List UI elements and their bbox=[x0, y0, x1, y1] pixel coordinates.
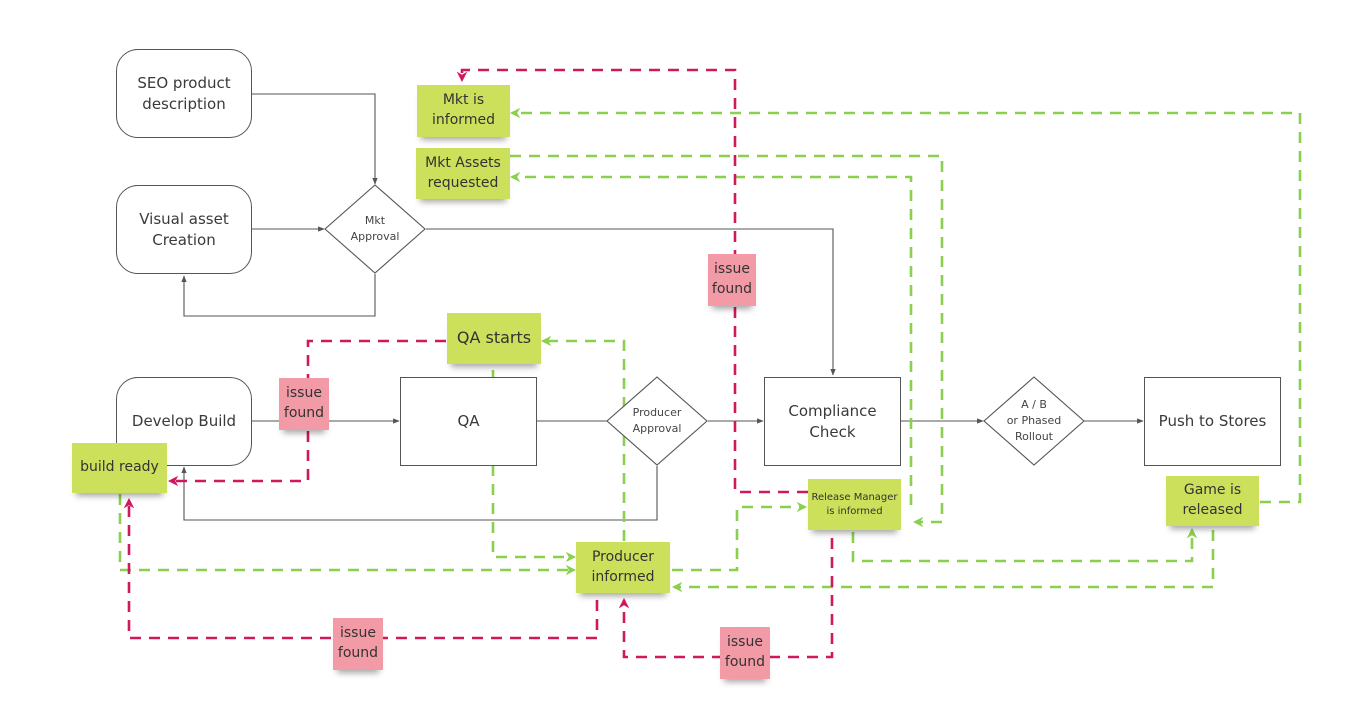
process-push-to-stores[interactable]: Push to Stores bbox=[1144, 377, 1281, 466]
process-visual-asset-creation[interactable]: Visual asset Creation bbox=[116, 185, 252, 274]
sticky-issue-found-compliance[interactable]: issue found bbox=[708, 254, 756, 306]
decision-label: A / B or Phased Rollout bbox=[1006, 398, 1062, 443]
sticky-label: Release Manager is informed bbox=[811, 491, 898, 517]
process-qa[interactable]: QA bbox=[400, 377, 537, 466]
sticky-mkt-is-informed[interactable]: Mkt is informed bbox=[417, 85, 510, 137]
flowchart-canvas: SEO product description Visual asset Cre… bbox=[0, 0, 1371, 728]
sticky-label: issue found bbox=[283, 385, 325, 421]
node-label: Visual asset Creation bbox=[139, 210, 229, 249]
decision-mkt-approval[interactable]: Mkt Approval bbox=[324, 184, 426, 274]
sticky-label: QA starts bbox=[456, 328, 532, 348]
node-label: Push to Stores bbox=[1158, 412, 1267, 431]
flow-producer-informed-to-release-manager bbox=[672, 501, 808, 572]
decision-label: Mkt Approval bbox=[350, 214, 400, 243]
sticky-label: Producer informed bbox=[591, 548, 655, 585]
edge-seo-to-mkt-approval bbox=[252, 93, 378, 185]
node-label: SEO product description bbox=[137, 74, 231, 113]
decision-ab-or-phased-rollout[interactable]: A / B or Phased Rollout bbox=[983, 376, 1085, 466]
sticky-label: Mkt Assets requested bbox=[425, 154, 501, 191]
sticky-game-is-released[interactable]: Game is released bbox=[1166, 476, 1259, 526]
flow-build-ready-to-producer-informed bbox=[118, 494, 577, 576]
flow-game-released-to-producer-informed bbox=[671, 530, 1215, 593]
node-label: Develop Build bbox=[131, 412, 237, 431]
sticky-issue-found-qa[interactable]: issue found bbox=[279, 378, 329, 430]
sticky-label: Game is released bbox=[1182, 482, 1243, 518]
decision-label: Producer Approval bbox=[632, 406, 682, 435]
decision-producer-approval[interactable]: Producer Approval bbox=[606, 376, 708, 466]
sticky-mkt-assets-requested[interactable]: Mkt Assets requested bbox=[416, 148, 510, 199]
sticky-release-manager-informed[interactable]: Release Manager is informed bbox=[808, 479, 901, 530]
flow-mkt-assets-to-release-manager bbox=[510, 154, 944, 528]
node-label: Compliance Check bbox=[788, 402, 877, 441]
sticky-qa-starts[interactable]: QA starts bbox=[447, 313, 541, 364]
node-label: QA bbox=[457, 412, 480, 431]
edge-producer-approval-loop-back bbox=[181, 466, 658, 521]
sticky-build-ready[interactable]: build ready bbox=[72, 443, 167, 493]
flow-release-manager-to-game-released bbox=[851, 527, 1198, 563]
process-compliance-check[interactable]: Compliance Check bbox=[764, 377, 901, 466]
process-seo-product-description[interactable]: SEO product description bbox=[116, 49, 252, 138]
sticky-label: build ready bbox=[80, 459, 159, 476]
sticky-label: Mkt is informed bbox=[432, 92, 495, 128]
sticky-issue-found-release-manager[interactable]: issue found bbox=[720, 627, 770, 679]
sticky-label: issue found bbox=[724, 634, 766, 670]
sticky-issue-found-producer[interactable]: issue found bbox=[333, 618, 383, 670]
sticky-producer-informed[interactable]: Producer informed bbox=[576, 542, 670, 593]
sticky-label: issue found bbox=[711, 261, 753, 297]
sticky-label: issue found bbox=[337, 625, 379, 661]
edge-mkt-approval-loop-back bbox=[181, 274, 376, 317]
